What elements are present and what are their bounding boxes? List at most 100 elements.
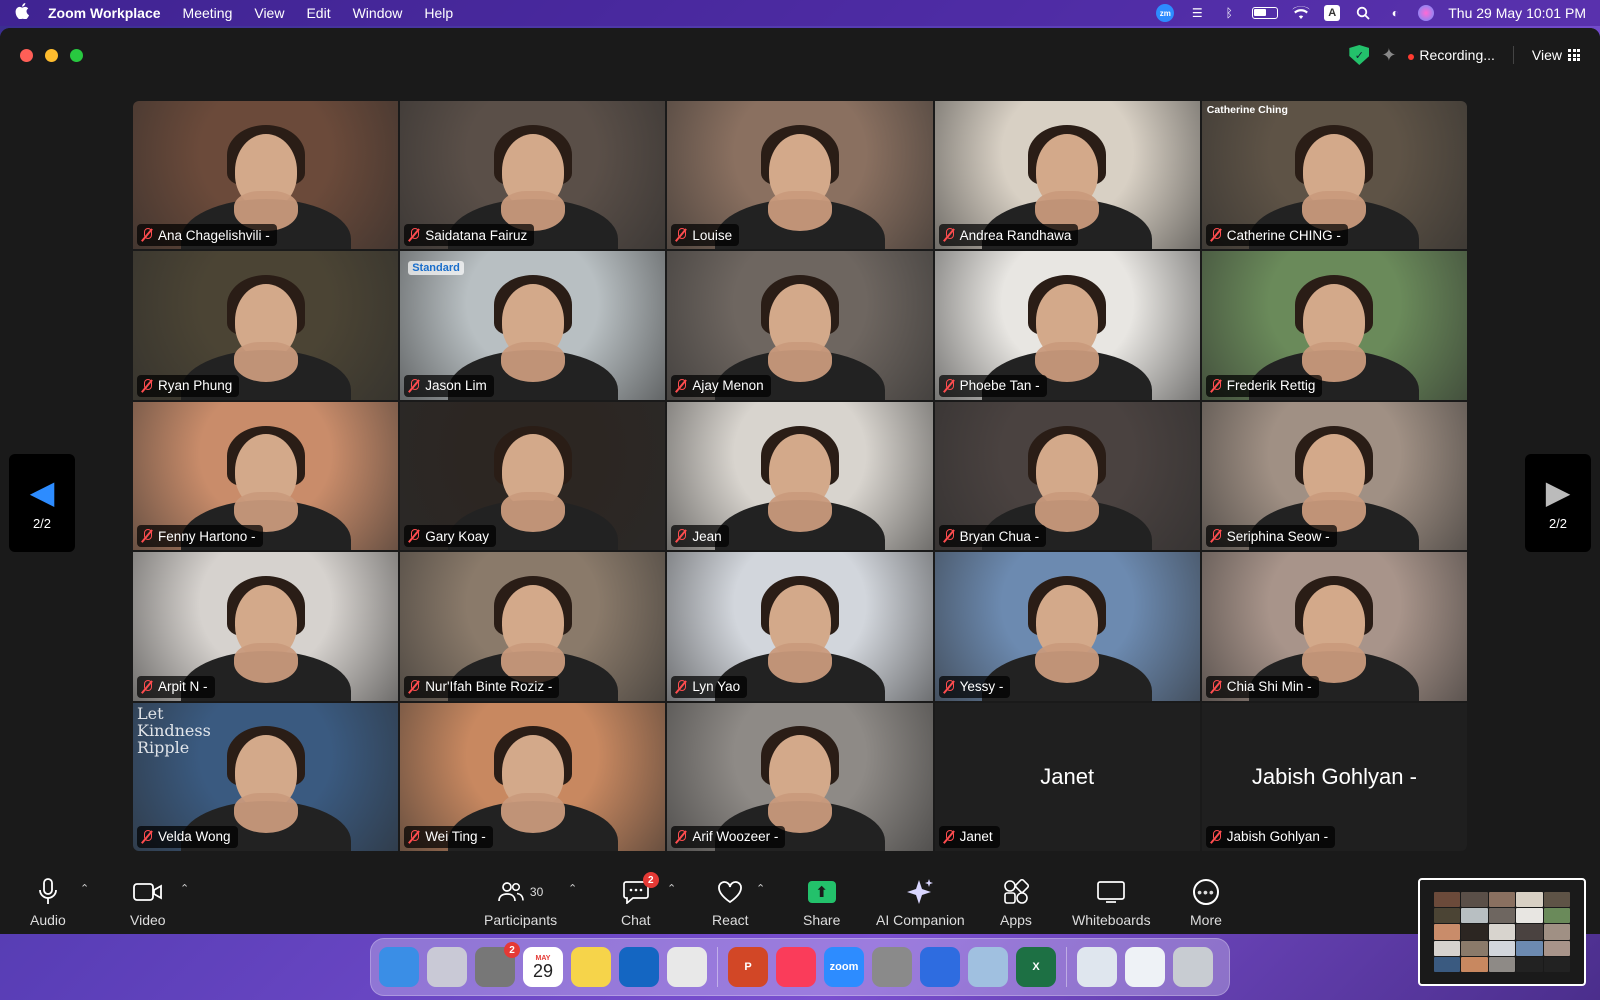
participant-name-tag: Lyn Yao [671, 675, 748, 698]
battery-icon[interactable] [1252, 7, 1279, 19]
finder-icon[interactable] [379, 947, 419, 987]
recording-indicator[interactable]: Recording... [1408, 47, 1495, 63]
siri-icon[interactable] [1418, 5, 1435, 21]
participant-video-tile[interactable]: Andrea Randhawa [934, 101, 1200, 250]
previous-page-button[interactable]: ◀ 2/2 [9, 454, 75, 552]
participant-name-tag: Bryan Chua - [938, 525, 1047, 548]
audio-button[interactable]: Audio [30, 878, 66, 928]
trash-icon[interactable] [1173, 947, 1213, 987]
whiteboards-button[interactable]: Whiteboards [1072, 878, 1151, 928]
recording-label: Recording... [1419, 47, 1495, 63]
wifi-icon[interactable] [1292, 5, 1311, 21]
view-button[interactable]: View [1532, 47, 1580, 63]
participant-video-tile[interactable]: Let Kindness Ripple Velda Wong [133, 702, 399, 851]
participant-video-tile[interactable]: Fenny Hartono - [133, 401, 399, 551]
zoom-status-icon[interactable]: zm [1156, 4, 1175, 22]
dock-separator [717, 947, 718, 987]
minimize-window-button[interactable] [45, 48, 58, 62]
video-options-caret-icon[interactable]: ⌃ [180, 882, 189, 895]
calendar-day: 29 [532, 960, 554, 981]
system-settings-icon[interactable]: 2 [475, 942, 520, 987]
participants-icon [498, 882, 524, 902]
participants-options-caret-icon[interactable]: ⌃ [568, 882, 577, 895]
date-time[interactable]: Thu 29 May 10:01 PM [1448, 5, 1586, 21]
participant-video-tile[interactable]: Arpit N - [133, 552, 399, 701]
preview-icon[interactable] [968, 947, 1008, 987]
thumbnail-tile [1543, 956, 1570, 972]
calendar-icon[interactable]: MAY 29 [523, 947, 563, 987]
outlook-icon[interactable] [619, 947, 659, 987]
apple-menu-icon[interactable] [14, 2, 30, 24]
react-options-caret-icon[interactable]: ⌃ [756, 882, 765, 895]
participant-video-tile[interactable]: Seriphina Seow - [1201, 401, 1467, 551]
participant-video-tile[interactable]: Frederik Rettig [1201, 251, 1467, 400]
excel-icon[interactable]: X [1016, 947, 1056, 987]
participant-video-tile[interactable]: Arif Woozeer - [667, 702, 933, 851]
menu-edit[interactable]: Edit [306, 5, 330, 21]
menu-window[interactable]: Window [353, 5, 403, 21]
muted-microphone-icon [141, 829, 153, 844]
thumbnail-tile [1543, 924, 1570, 940]
share-icon-wrap: ⬆ [807, 878, 836, 906]
control-center-icon[interactable]: ◐ [1386, 5, 1404, 21]
ai-companion-button[interactable]: AI Companion [876, 878, 965, 928]
participants-button[interactable]: 30 Participants [484, 878, 557, 928]
more-button[interactable]: ••• More [1190, 878, 1222, 928]
participant-video-tile[interactable]: Janet Janet [934, 702, 1200, 851]
menu-meeting[interactable]: Meeting [183, 5, 233, 21]
window-preview-1-icon[interactable] [1077, 947, 1117, 987]
participant-name-tag: Fenny Hartono - [137, 525, 263, 548]
participant-video-tile[interactable]: Ajay Menon [667, 251, 933, 400]
participant-video-tile[interactable]: Wei Ting - [400, 702, 666, 851]
zoom-icon[interactable]: zoom [824, 947, 864, 987]
participant-video-tile[interactable]: Standard Jason Lim [400, 251, 666, 400]
participant-video-tile[interactable]: Lyn Yao [667, 552, 933, 701]
powerpoint-icon[interactable]: P [728, 947, 768, 987]
audio-options-caret-icon[interactable]: ⌃ [80, 882, 89, 895]
window-preview-2-icon[interactable] [1125, 947, 1165, 987]
launchpad-icon[interactable] [427, 947, 467, 987]
chrome-icon[interactable] [667, 947, 707, 987]
menu-view[interactable]: View [254, 5, 284, 21]
muted-microphone-icon [943, 378, 955, 393]
encryption-shield-icon[interactable]: ✓ [1349, 45, 1370, 65]
share-button[interactable]: ⬆ Share [803, 878, 840, 928]
next-page-button[interactable]: ▶ 2/2 [1525, 454, 1591, 552]
zoom-window-button[interactable] [70, 48, 83, 62]
thumbnail-tile [1488, 908, 1516, 924]
input-source-icon[interactable]: A [1324, 5, 1341, 21]
minimized-video-thumbnail[interactable] [1418, 878, 1586, 986]
calculator-icon[interactable] [872, 947, 912, 987]
participant-video-tile[interactable]: Yessy - [934, 552, 1200, 701]
menu-app-name[interactable]: Zoom Workplace [48, 5, 161, 21]
control-center-list-icon[interactable]: ☰ [1188, 5, 1206, 21]
notes-icon[interactable] [571, 947, 611, 987]
menu-help[interactable]: Help [424, 5, 453, 21]
participant-video-tile[interactable]: Gary Koay [400, 401, 666, 551]
participant-video-tile[interactable]: Louise [667, 101, 933, 250]
participant-video-tile[interactable]: Jean [667, 401, 933, 551]
participant-video-tile[interactable]: Ana Chagelishvili - [133, 101, 399, 250]
muted-microphone-icon [141, 679, 153, 694]
ai-sparkle-icon[interactable]: ✦ [1381, 45, 1396, 66]
apps-button[interactable]: Apps [1000, 878, 1032, 928]
react-button[interactable]: React [712, 878, 749, 928]
close-window-button[interactable] [20, 48, 33, 62]
music-icon[interactable] [776, 947, 816, 987]
participant-video-tile[interactable]: Phoebe Tan - [934, 251, 1200, 400]
participant-name: Lyn Yao [692, 679, 741, 695]
participant-video-tile[interactable]: Saidatana Fairuz [400, 101, 666, 250]
spotlight-search-icon[interactable] [1354, 5, 1372, 21]
window-controls [20, 48, 83, 62]
participant-video-tile[interactable]: Bryan Chua - [934, 401, 1200, 551]
chat-button[interactable]: 2 Chat [621, 872, 659, 928]
bluetooth-icon[interactable]: ᛒ [1220, 5, 1238, 21]
participant-video-tile[interactable]: Chia Shi Min - [1201, 552, 1467, 701]
participant-video-tile[interactable]: Catherine Ching Catherine CHING - [1201, 101, 1467, 250]
ticktick-icon[interactable] [920, 947, 960, 987]
video-button[interactable]: Video [130, 878, 166, 928]
chat-options-caret-icon[interactable]: ⌃ [667, 882, 676, 895]
participant-video-tile[interactable]: Nur'Ifah Binte Roziz - [400, 552, 666, 701]
participant-video-tile[interactable]: Ryan Phung [133, 251, 399, 400]
participant-video-tile[interactable]: Jabish Gohlyan - Jabish Gohlyan - [1201, 702, 1467, 851]
